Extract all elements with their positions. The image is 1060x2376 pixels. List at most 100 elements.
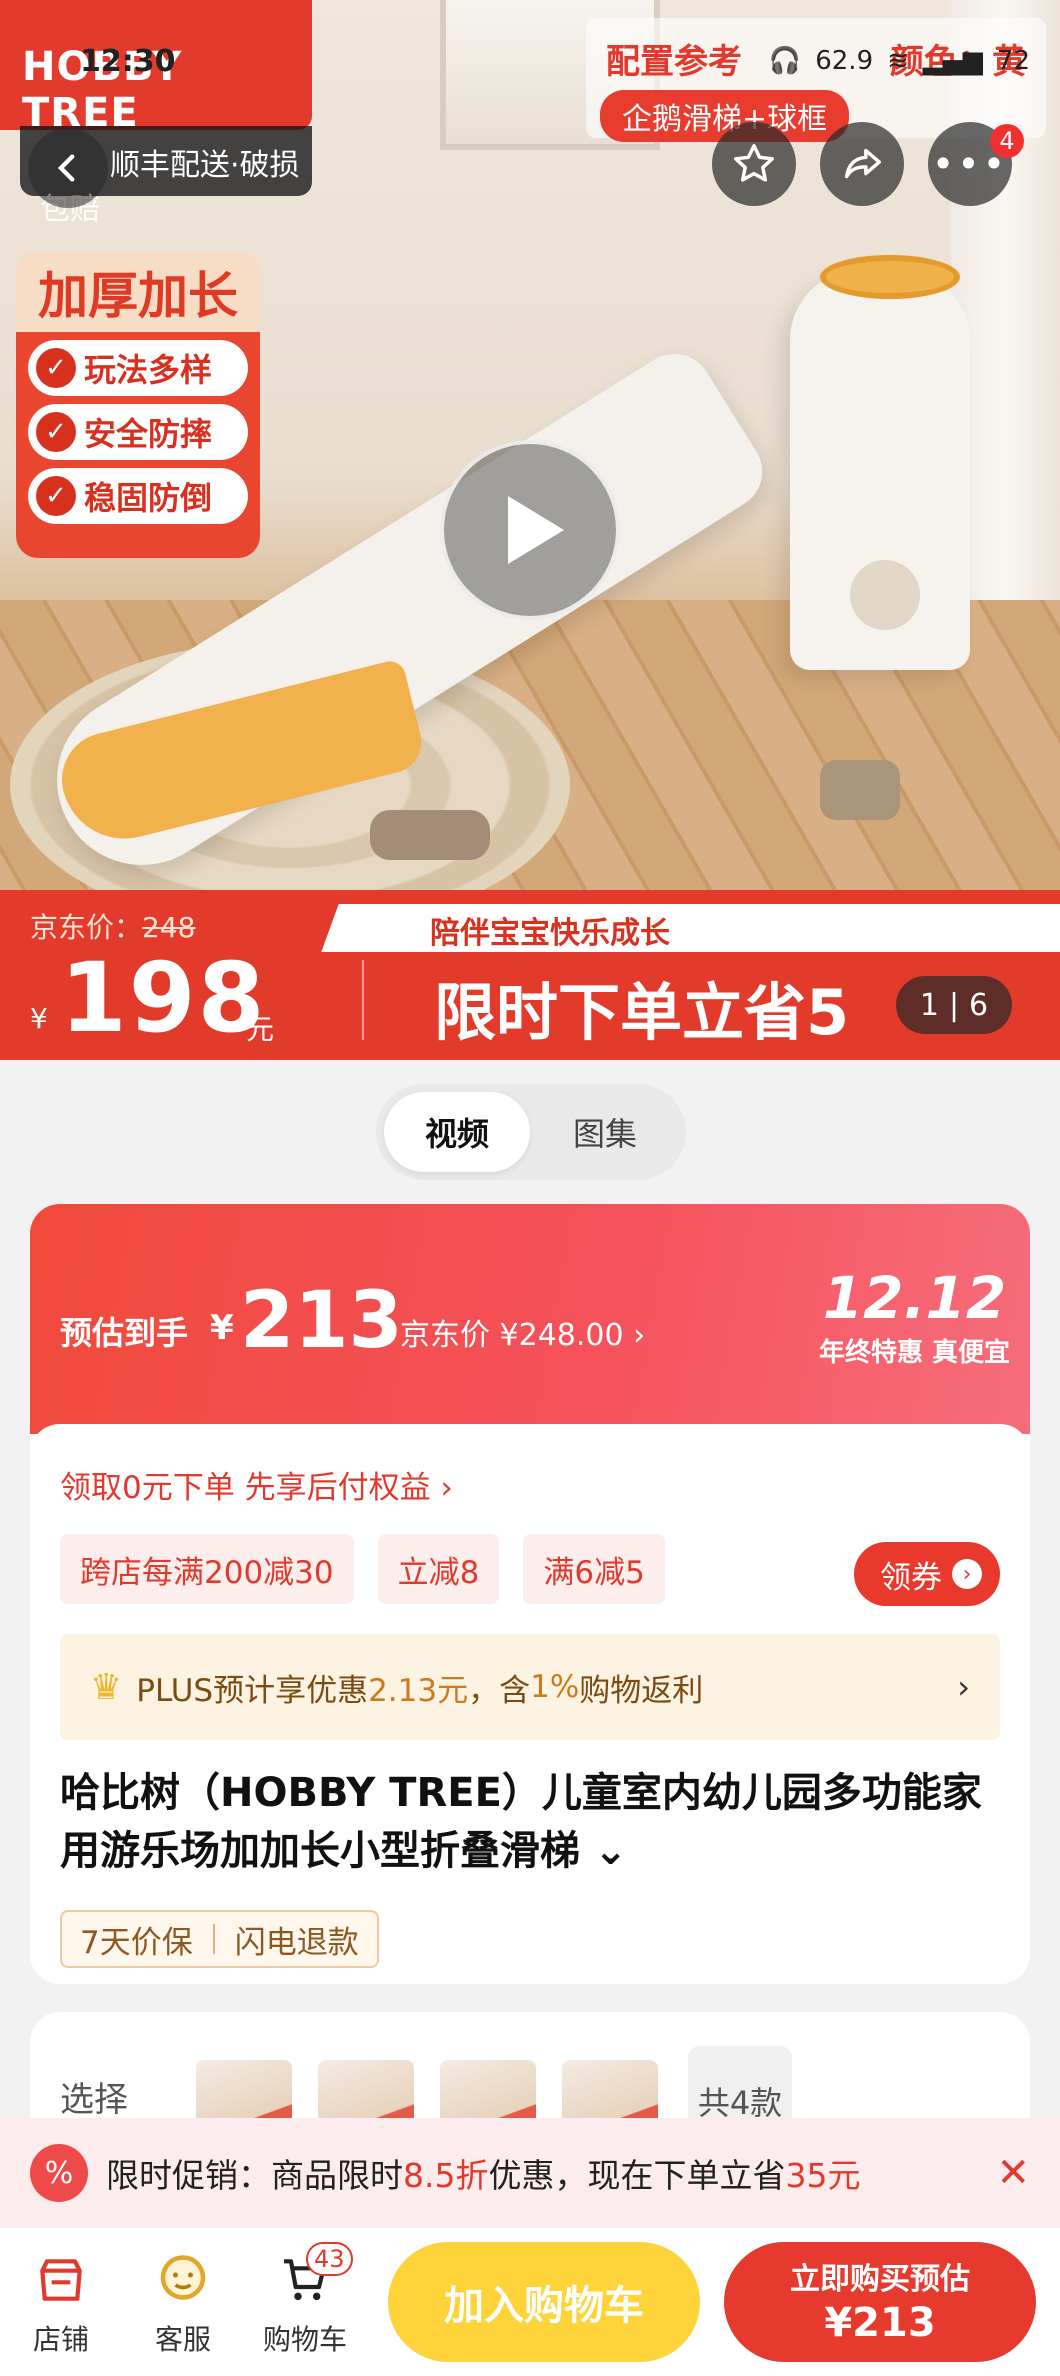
share-icon [839, 141, 885, 187]
close-icon[interactable]: ✕ [996, 2150, 1030, 2196]
feature-item: ✓安全防摔 [28, 404, 248, 460]
feature-item: ✓玩法多样 [28, 340, 248, 396]
add-to-cart-button[interactable]: 加入购物车 [388, 2242, 700, 2362]
check-icon: ✓ [36, 412, 76, 452]
status-right: 🎧 62.9 ≋ ▂▄▆ 72 [769, 46, 1030, 76]
tower-hole [850, 560, 920, 630]
notice-prefix: 限时促销：商品限时 [106, 2149, 403, 2197]
plus-tail: 购物返利 [579, 1665, 703, 1710]
event-badge: 12.12 年终特惠 真便宜 [819, 1264, 1010, 1369]
play-icon [508, 496, 564, 564]
plus-suffix: ，含 [468, 1665, 530, 1710]
plus-prefix: PLUS预计享优惠 [136, 1665, 368, 1710]
buy-now-price: ¥213 [724, 2300, 1036, 2346]
wifi-icon: ≋ [887, 46, 909, 76]
headphone-icon: 🎧 [769, 46, 801, 76]
guarantee-tags[interactable]: 7天价保 闪电退款 [60, 1910, 379, 1968]
image-counter: 1 | 6 [896, 976, 1012, 1034]
event-date: 12.12 [819, 1264, 1010, 1332]
status-time: 12:30 [80, 44, 176, 79]
service-button[interactable]: 客服 [128, 2250, 238, 2358]
jd-price-link[interactable]: 京东价 ¥248.00 › [400, 1310, 645, 1354]
crown-icon: ♛ [90, 1667, 122, 1708]
feature-label: 玩法多样 [84, 345, 212, 391]
plus-rebate: 1% [530, 1669, 579, 1705]
toy-car-illustration [370, 810, 490, 860]
image-counter-total: 6 [969, 988, 988, 1023]
play-video-button[interactable] [440, 440, 620, 620]
more-badge: 4 [990, 124, 1024, 158]
tab-gallery[interactable]: 图集 [532, 1092, 678, 1172]
plus-amount: 2.13元 [368, 1665, 468, 1710]
feature-card: 加厚加长 ✓玩法多样 ✓安全防摔 ✓稳固防倒 [16, 252, 260, 558]
feature-item: ✓稳固防倒 [28, 468, 248, 524]
price-yuan: 元 [246, 1008, 274, 1048]
hero-price-strip: 京东价：248 ¥ 198 元 陪伴宝宝快乐成长 限时下单立省5 [0, 890, 1060, 1060]
store-label: 店铺 [33, 2323, 89, 2356]
coupon-chip[interactable]: 跨店每满200减30 [60, 1534, 354, 1604]
price-card: 预估到手 ¥ 213 京东价 ¥248.00 › 12.12 年终特惠 真便宜 … [30, 1204, 1030, 1984]
media-tab-switch: 视频 图集 [376, 1084, 686, 1180]
product-title[interactable]: 哈比树（HOBBY TREE）儿童室内幼儿园多功能家用游乐场加加长小型折叠滑梯 … [60, 1764, 1000, 1880]
percent-icon: % [30, 2144, 88, 2202]
tag-divider [213, 1924, 215, 1954]
estimated-label: 预估到手 [60, 1308, 188, 1354]
jd-price-label-text: 京东价： [30, 911, 142, 944]
buy-now-button[interactable]: 立即购买预估 ¥213 [724, 2242, 1036, 2362]
jd-price-strike: 248 [142, 911, 195, 944]
coupon-chips: 跨店每满200减30 立减8 满6减5 [60, 1534, 665, 1604]
options-label: 选择 [60, 2072, 128, 2121]
back-button[interactable] [28, 128, 108, 208]
price-divider [362, 960, 364, 1040]
promo-notice[interactable]: % 限时促销：商品限时 8.5折 优惠，现在下单立省 35元 ✕ [0, 2118, 1060, 2228]
chevron-right-icon: › [952, 1559, 982, 1589]
favorite-button[interactable] [712, 122, 796, 206]
price-banner: 预估到手 ¥ 213 京东价 ¥248.00 › 12.12 年终特惠 真便宜 [30, 1204, 1030, 1434]
feature-label: 安全防摔 [84, 409, 212, 455]
chevron-right-icon: › [957, 1668, 970, 1706]
coupon-chip[interactable]: 满6减5 [523, 1534, 664, 1604]
slide-tower-illustration [790, 270, 970, 670]
fast-refund-tag: 闪电退款 [235, 1917, 359, 1962]
signal-icon: ▂▄▆ [923, 46, 983, 76]
star-icon [731, 141, 777, 187]
estimated-price: 213 [240, 1276, 403, 1366]
customer-service-icon [128, 2250, 238, 2310]
network-speed: 62.9 [815, 46, 873, 76]
pay-later-link[interactable]: 领取0元下单 先享后付权益 › [60, 1462, 453, 1507]
plus-benefit-row[interactable]: ♛ PLUS预计享优惠 2.13元 ，含 1% 购物返利 › [60, 1634, 1000, 1740]
store-button[interactable]: 店铺 [6, 2250, 116, 2358]
image-counter-sep: | [949, 988, 959, 1023]
price-protection-tag: 7天价保 [80, 1917, 193, 1962]
notice-saving: 35元 [785, 2149, 860, 2197]
limited-offer-text: 限时下单立省5 [434, 962, 849, 1052]
image-counter-current: 1 [920, 988, 939, 1023]
price-yen: ¥ [30, 1002, 48, 1035]
feature-label: 稳固防倒 [84, 473, 212, 519]
basketball-hoop-illustration [820, 255, 960, 299]
chevron-left-icon [51, 151, 85, 185]
cart-label: 购物车 [263, 2323, 347, 2356]
tab-video[interactable]: 视频 [384, 1092, 530, 1172]
notice-middle: 优惠，现在下单立省 [488, 2149, 785, 2197]
get-coupon-button[interactable]: 领券 › [854, 1542, 1000, 1606]
event-slogan: 年终特惠 真便宜 [819, 1332, 1010, 1369]
check-icon: ✓ [36, 348, 76, 388]
jd-price-label: 京东价：248 [30, 906, 195, 946]
coupon-chip[interactable]: 立减8 [378, 1534, 500, 1604]
buy-now-label: 立即购买预估 [724, 2254, 1036, 2298]
bottom-action-bar: 店铺 客服 购物车 43 加入购物车 立即购买预估 ¥213 [0, 2228, 1060, 2376]
battery-level: 72 [997, 46, 1030, 76]
service-label: 客服 [155, 2323, 211, 2356]
get-coupon-label: 领券 [880, 1552, 942, 1597]
cart-count-badge: 43 [306, 2242, 353, 2276]
store-icon [6, 2250, 116, 2310]
status-bar: 12:30 🎧 62.9 ≋ ▂▄▆ 72 [80, 36, 1030, 86]
hero-slogan: 陪伴宝宝快乐成长 [430, 908, 670, 952]
check-icon: ✓ [36, 476, 76, 516]
toy-dog-illustration [820, 760, 900, 820]
estimated-yen: ¥ [210, 1308, 234, 1348]
feature-title: 加厚加长 [16, 252, 260, 332]
hero-price: 198 [60, 942, 266, 1054]
share-button[interactable] [820, 122, 904, 206]
